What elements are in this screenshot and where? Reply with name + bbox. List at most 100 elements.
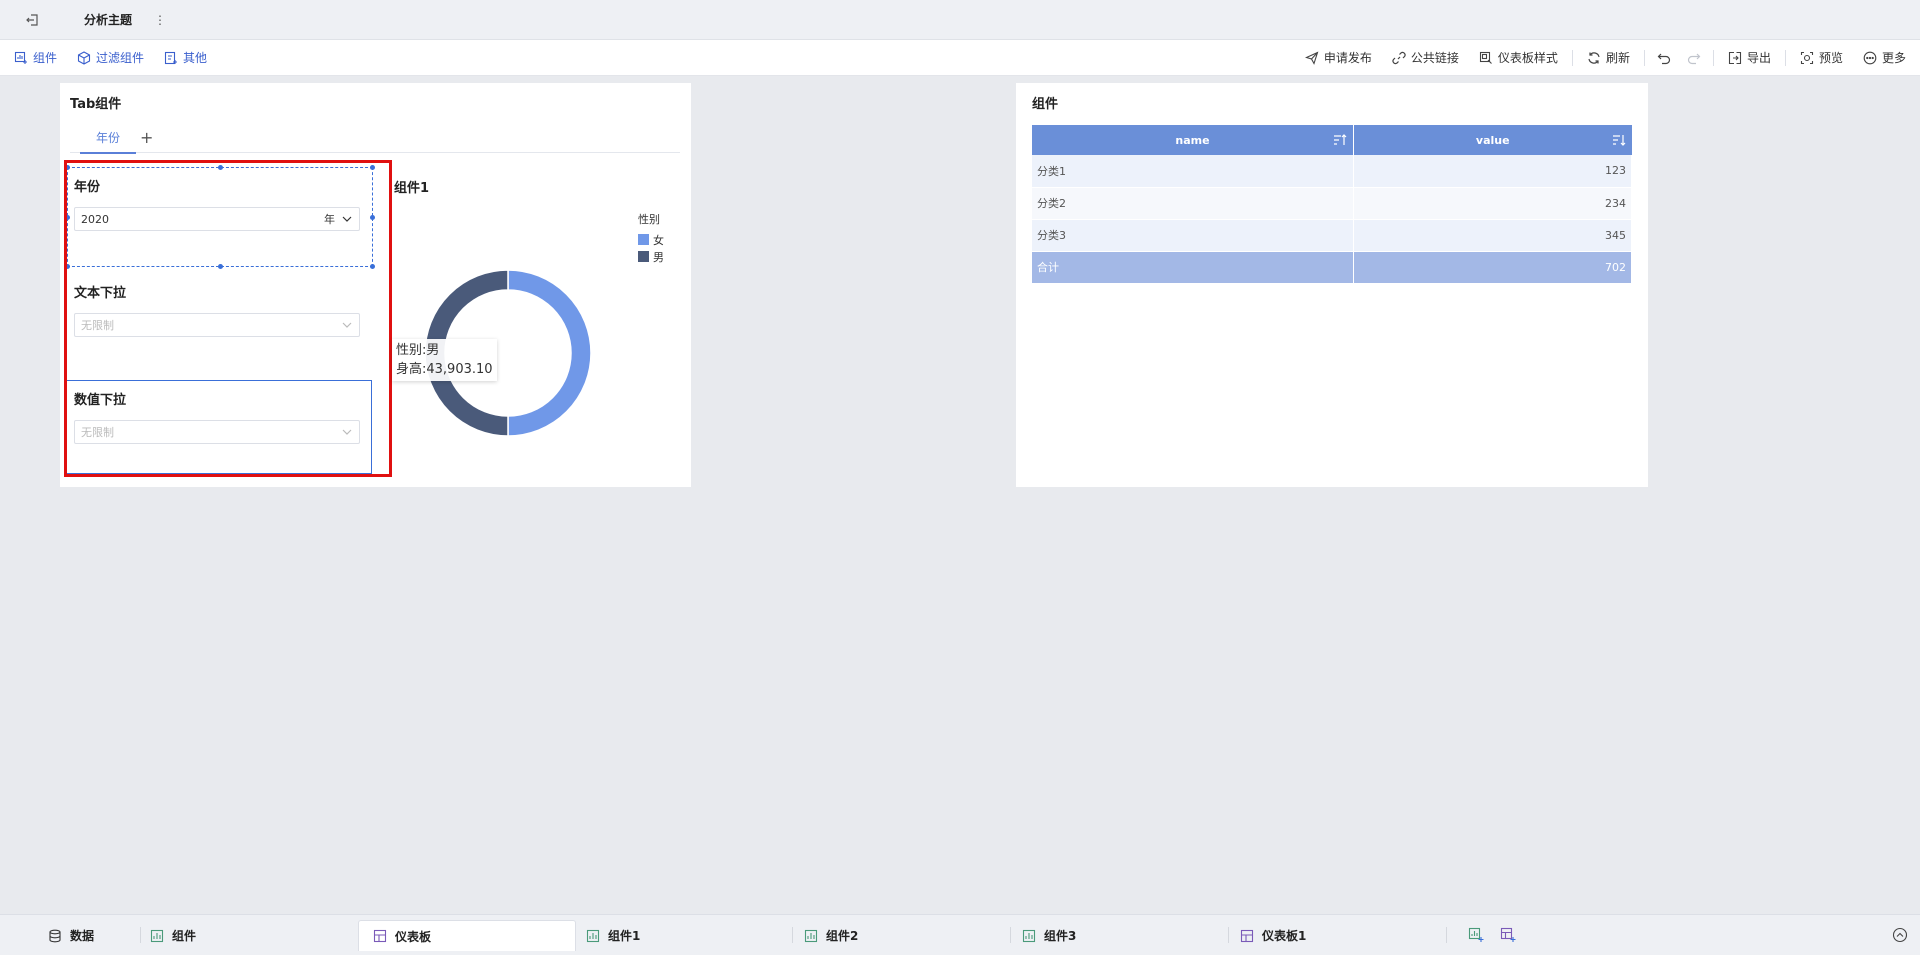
public-link-label: 公共链接 (1410, 51, 1459, 65)
toolbar-divider (1712, 49, 1714, 66)
collapse-up-icon[interactable] (1892, 927, 1908, 943)
chart-icon (586, 929, 600, 942)
sort-toggle-icon[interactable] (1612, 133, 1626, 147)
table-cell-value: 234 (1353, 187, 1633, 220)
sheet-label: 组件1 (608, 929, 641, 943)
undo-icon (1657, 53, 1671, 64)
toolbar-divider (1571, 49, 1573, 66)
toolbar-divider (1643, 49, 1645, 66)
other-icon (164, 51, 178, 64)
table-widget-panel[interactable]: 组件 name value 分类1 123 分类2 234 分类3 345 合计… (1016, 83, 1648, 487)
refresh-button[interactable]: 刷新 (1577, 40, 1640, 75)
component-icon (14, 51, 27, 64)
refresh-icon (1588, 51, 1600, 64)
sheet-label: 组件 (172, 929, 197, 943)
sheet-label: 仪表板1 (1262, 929, 1307, 943)
more-button[interactable]: 更多 (1853, 40, 1920, 75)
more-label: 更多 (1881, 51, 1906, 65)
table-row[interactable]: 分类3 345 (1032, 219, 1633, 252)
sheet-tab-component3[interactable]: 组件3 (1008, 920, 1224, 951)
dashboard-style-label: 仪表板样式 (1497, 51, 1558, 65)
add-dashboard-sheet-icon[interactable] (1500, 927, 1516, 943)
export-icon (1728, 51, 1742, 64)
dashboard-icon (373, 929, 387, 943)
toolbar: 组件 过滤组件 其他 申请发布 公共链接 仪表板样式 刷新 导出 预览 更多 (0, 40, 1920, 76)
component-label: 组件 (33, 51, 58, 65)
filter-component-icon (77, 50, 91, 65)
table-widget-title: 组件 (1032, 97, 1059, 112)
add-tab-button[interactable]: + (140, 128, 153, 147)
legend-title: 性别 (638, 213, 660, 226)
donut-slice-女[interactable] (507, 269, 592, 437)
table-total-row: 合计 702 (1032, 251, 1633, 284)
link-icon (1392, 51, 1406, 64)
tab-year[interactable]: 年份 (80, 123, 137, 154)
chart-tooltip: 性别:男 身高:43,903.10 (392, 339, 497, 381)
sheet-tab-component[interactable]: 组件 (136, 920, 356, 951)
database-icon (49, 929, 61, 942)
more-icon (1863, 51, 1877, 64)
preview-icon (1800, 51, 1814, 64)
add-filter-component-button[interactable]: 过滤组件 (67, 40, 154, 75)
sheet-tab-dashboard1[interactable]: 仪表板1 (1226, 920, 1442, 951)
sheet-tab-component1[interactable]: 组件1 (572, 920, 788, 951)
public-link-button[interactable]: 公共链接 (1382, 40, 1469, 75)
table-row[interactable]: 分类2 234 (1032, 187, 1633, 220)
undo-button[interactable] (1649, 40, 1679, 75)
style-icon (1479, 51, 1492, 64)
table-row[interactable]: 分类1 123 (1032, 155, 1633, 188)
chart-icon (1022, 929, 1036, 942)
filter-component-label: 过滤组件 (96, 51, 145, 65)
dashboard-icon (1240, 929, 1254, 942)
sort-asc-icon[interactable] (1333, 133, 1347, 147)
redo-icon (1687, 53, 1701, 64)
highlight-box (64, 160, 392, 477)
table-cell-value: 123 (1353, 155, 1633, 188)
tab-widget-title: Tab组件 (70, 97, 122, 112)
sheet-label: 仪表板 (395, 929, 432, 944)
dashboard-style-button[interactable]: 仪表板样式 (1469, 40, 1568, 75)
legend-item-female[interactable]: 女 (638, 231, 664, 248)
sheet-label: 组件2 (826, 929, 859, 943)
tab-widget-panel[interactable]: Tab组件 年份 + 年份 2020 年 文本下拉 无限制 数值下拉 无限制 组… (60, 83, 691, 487)
sheet-tab-data[interactable]: 数据 (34, 920, 138, 951)
publish-request-button[interactable]: 申请发布 (1295, 40, 1382, 75)
sheet-divider (1446, 927, 1447, 943)
exit-icon[interactable] (0, 0, 64, 40)
add-component-button[interactable]: 组件 (0, 40, 67, 75)
legend-label: 女 (653, 233, 664, 247)
toolbar-divider (1784, 49, 1786, 66)
table-cell-name: 分类3 (1032, 219, 1354, 252)
export-button[interactable]: 导出 (1718, 40, 1781, 75)
column-header-label: name (1175, 133, 1210, 147)
add-component-sheet-icon[interactable] (1468, 927, 1484, 943)
chart-icon (150, 929, 164, 942)
redo-button[interactable] (1679, 40, 1709, 75)
publish-request-label: 申请发布 (1323, 51, 1372, 65)
tooltip-value: 身高:43,903.10 (396, 362, 493, 377)
column-header-name[interactable]: name (1032, 125, 1354, 155)
column-header-value[interactable]: value (1353, 125, 1632, 155)
table-cell-name: 分类1 (1032, 155, 1354, 188)
legend-swatch (638, 251, 649, 262)
analysis-title: 分析主题 (84, 13, 133, 27)
legend-swatch (638, 234, 649, 245)
refresh-label: 刷新 (1605, 51, 1630, 65)
other-label: 其他 (183, 51, 208, 65)
title-more-icon[interactable]: ⋮ (154, 13, 166, 27)
title-bar: 分析主题 ⋮ (0, 0, 1920, 40)
sheet-label: 数据 (70, 929, 95, 943)
legend-label: 男 (653, 250, 664, 264)
data-table: name value 分类1 123 分类2 234 分类3 345 合计 70… (1032, 125, 1633, 284)
add-other-button[interactable]: 其他 (154, 40, 217, 75)
sheet-tab-dashboard[interactable]: 仪表板 (358, 920, 576, 951)
sheet-tab-component2[interactable]: 组件2 (790, 920, 1006, 951)
column-header-label: value (1475, 133, 1510, 147)
table-cell-value: 345 (1353, 219, 1633, 252)
legend-item-male[interactable]: 男 (638, 248, 664, 265)
preview-button[interactable]: 预览 (1790, 40, 1853, 75)
sheet-bar: 数据 组件 仪表板 组件1 组件2 组件3 仪表板1 (0, 914, 1920, 955)
tooltip-category: 性别:男 (396, 343, 440, 358)
table-total-label: 合计 (1032, 251, 1354, 284)
send-icon (1304, 50, 1319, 65)
